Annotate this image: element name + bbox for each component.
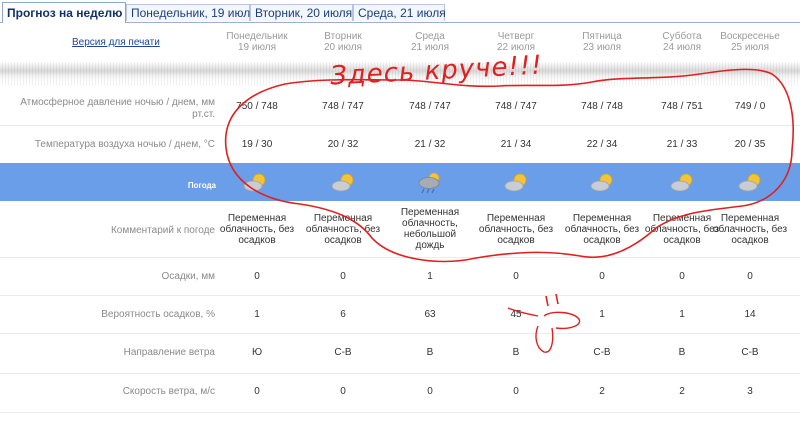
precip-cell: 0 [599, 271, 605, 282]
comment-cell: Переменная облачность, без осадков [564, 213, 640, 246]
probability-cell: 1 [254, 309, 260, 320]
direction-cell: В [426, 347, 434, 358]
row-label-comment: Комментарий к погоде [110, 225, 215, 236]
pressure-cell: 750 / 748 [236, 101, 278, 112]
row-separator [0, 333, 800, 334]
probability-cell: 1 [599, 309, 605, 320]
partly-cloudy-icon [738, 173, 761, 192]
temperature-cell: 20 / 35 [734, 139, 766, 150]
pressure-cell: 748 / 747 [322, 101, 364, 112]
comment-cell: Переменная облачность, без осадков [305, 213, 381, 246]
row-separator [0, 257, 800, 258]
row-separator [0, 125, 800, 126]
precip-cell: 0 [513, 271, 519, 282]
temperature-cell: 21 / 34 [500, 139, 532, 150]
partly-cloudy-icon [670, 173, 693, 192]
partly-cloudy-icon [331, 173, 354, 192]
print-version-link[interactable]: Версия для печати [72, 37, 160, 48]
row-label-speed: Скорость ветра, м/с [122, 386, 215, 397]
row-label-pressure: Атмосферное давление ночью / днем, мм рт… [20, 97, 215, 120]
precip-cell: 1 [427, 271, 433, 282]
day-header: Четверг 22 июля [496, 31, 536, 53]
cloudy-rain-icon [418, 172, 440, 194]
partly-cloudy-icon [590, 173, 613, 192]
speed-cell: 3 [747, 386, 753, 397]
speed-cell: 0 [427, 386, 433, 397]
row-separator [0, 295, 800, 296]
pressure-cell: 748 / 747 [409, 101, 451, 112]
speed-cell: 0 [340, 386, 346, 397]
day-header: Среда 21 июля [410, 31, 450, 53]
partly-cloudy-icon [504, 173, 527, 192]
probability-cell: 14 [744, 309, 756, 320]
comment-cell: Переменная облачность, без осадков [712, 213, 788, 246]
temperature-cell: 21 / 32 [414, 139, 446, 150]
tab-bar: Прогноз на неделю Понедельник, 19 июля В… [0, 0, 800, 23]
probability-cell: 45 [510, 309, 522, 320]
row-label-probability: Вероятность осадков, % [101, 309, 215, 320]
comment-cell: Переменная облачность, без осадков [219, 213, 295, 246]
day-header: Понедельник 19 июля [226, 31, 288, 53]
direction-cell: С-В [741, 347, 759, 358]
tab-monday[interactable]: Понедельник, 19 июля [126, 4, 257, 21]
row-separator [0, 373, 800, 374]
day-header: Воскресенье 25 июля [720, 31, 780, 53]
row-label-weather: Погода [187, 181, 216, 190]
comment-cell: Переменная облачность, небольшой дождь [400, 207, 460, 251]
temperature-cell: 19 / 30 [241, 139, 273, 150]
direction-cell: Ю [251, 347, 263, 358]
pressure-cell: 748 / 748 [581, 101, 623, 112]
direction-cell: С-В [593, 347, 611, 358]
day-header: Пятница 23 июля [582, 31, 622, 53]
row-label-precip: Осадки, мм [161, 271, 215, 282]
temperature-cell: 20 / 32 [327, 139, 359, 150]
speed-cell: 0 [254, 386, 260, 397]
pressure-cell: 749 / 0 [734, 101, 766, 112]
comment-cell: Переменная облачность, без осадков [478, 213, 554, 246]
partly-cloudy-icon [243, 173, 266, 192]
precip-cell: 0 [254, 271, 260, 282]
row-label-temperature: Температура воздуха ночью / днем, °С [34, 139, 215, 150]
tab-wednesday[interactable]: Среда, 21 июля [353, 4, 446, 21]
precip-cell: 0 [340, 271, 346, 282]
row-separator [0, 412, 800, 413]
row-label-direction: Направление ветра [123, 347, 215, 358]
speed-cell: 0 [513, 386, 519, 397]
speed-cell: 2 [599, 386, 605, 397]
tab-tuesday[interactable]: Вторник, 20 июля [250, 4, 353, 21]
direction-cell: В [512, 347, 520, 358]
probability-cell: 63 [424, 309, 436, 320]
probability-cell: 6 [340, 309, 346, 320]
pressure-cell: 748 / 747 [495, 101, 537, 112]
day-header: Вторник 20 июля [323, 31, 363, 53]
direction-cell: С-В [334, 347, 352, 358]
tab-week-forecast[interactable]: Прогноз на неделю [2, 2, 126, 23]
precip-cell: 0 [747, 271, 753, 282]
temperature-cell: 22 / 34 [586, 139, 618, 150]
